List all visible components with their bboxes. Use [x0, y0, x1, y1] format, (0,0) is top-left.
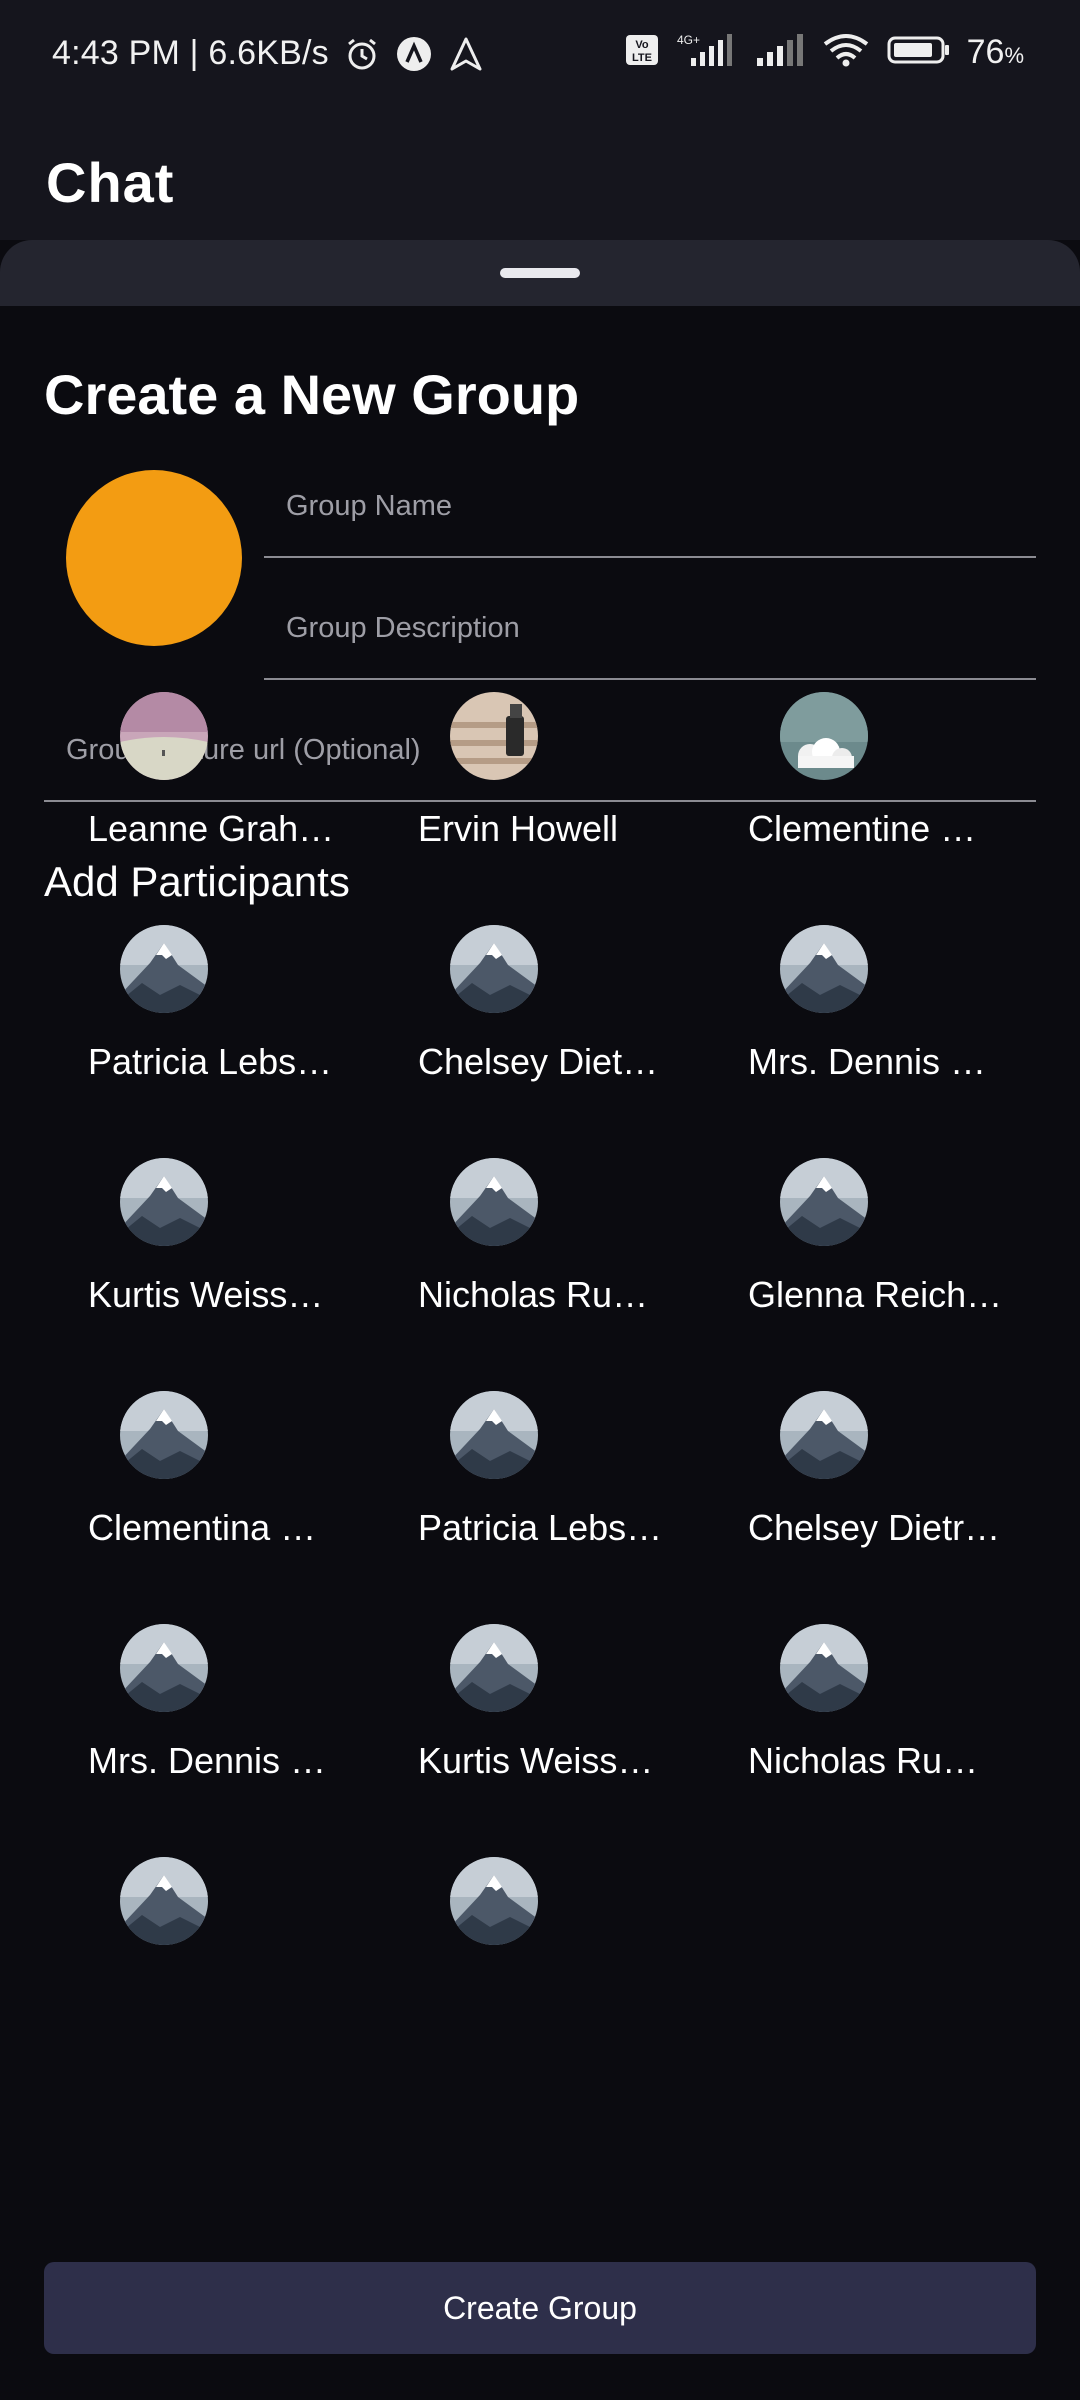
participant-name: Clementina …	[88, 1507, 317, 1548]
signal-icon	[755, 32, 805, 73]
signal-icon: 4G+	[675, 32, 739, 73]
participant-avatar	[450, 1624, 538, 1712]
participant-item[interactable]	[0, 1857, 330, 2057]
participant-item[interactable]: Nicholas Ru…	[330, 1158, 660, 1358]
sheet-header	[0, 240, 1080, 306]
participant-item[interactable]: Leanne Grah…	[0, 692, 334, 892]
participant-avatar	[450, 692, 538, 780]
participant-name: Mrs. Dennis …	[748, 1041, 987, 1082]
participant-avatar	[780, 1391, 868, 1479]
sheet-title: Create a New Group	[44, 363, 580, 426]
participant-name: Patricia Lebs…	[418, 1507, 663, 1548]
participant-item[interactable]: Patricia Lebs…	[0, 925, 332, 1125]
participant-item[interactable]: Mrs. Dennis …	[0, 1624, 330, 1824]
participant-avatar	[120, 1624, 208, 1712]
status-bar: 4:43 PM | 6.6KB/s Vo LTE 4G+ 76%	[0, 0, 1080, 116]
app-a-icon	[395, 35, 433, 73]
battery-unit: %	[1004, 43, 1024, 68]
participant-item[interactable]: Clementine …	[660, 692, 990, 892]
group-avatar[interactable]	[66, 470, 242, 646]
participant-name: Kurtis Weiss…	[88, 1274, 324, 1315]
participant-item[interactable]: Patricia Lebs…	[330, 1391, 662, 1591]
participant-avatar	[450, 1158, 538, 1246]
participant-item[interactable]: Glenna Reich…	[660, 1158, 1002, 1358]
participant-name: Mrs. Dennis …	[88, 1740, 327, 1781]
participant-avatar	[450, 1391, 538, 1479]
group-description-field	[264, 578, 1036, 680]
svg-text:LTE: LTE	[632, 52, 652, 64]
participant-item[interactable]: Mrs. Dennis …	[660, 925, 990, 1125]
participant-name: Glenna Reich…	[748, 1274, 1003, 1315]
participant-avatar	[780, 1158, 868, 1246]
participant-avatar	[120, 925, 208, 1013]
participant-avatar	[450, 925, 538, 1013]
participant-avatar	[780, 1624, 868, 1712]
group-name-input[interactable]	[264, 456, 1036, 556]
alarm-icon	[343, 35, 381, 73]
svg-text:Vo: Vo	[635, 39, 649, 51]
participant-name: Chelsey Diet…	[418, 1041, 659, 1082]
participant-name: Leanne Grah…	[88, 808, 335, 849]
create-group-button[interactable]: Create Group	[44, 2262, 1036, 2354]
participant-name: Nicholas Ru…	[418, 1274, 649, 1315]
participant-item[interactable]: Clementina …	[0, 1391, 330, 1591]
group-description-input[interactable]	[264, 578, 1036, 678]
status-left: 4:43 PM | 6.6KB/s	[52, 34, 485, 73]
participant-avatar	[120, 1158, 208, 1246]
battery-value: 76	[966, 33, 1005, 71]
app-bar: Chat	[0, 116, 1080, 240]
status-right: Vo LTE 4G+ 76%	[625, 32, 1024, 73]
battery-percent: 76%	[967, 33, 1024, 72]
participant-avatar	[120, 692, 208, 780]
battery-icon	[887, 33, 951, 72]
network-label: 4G+	[677, 33, 700, 47]
participant-item[interactable]: Chelsey Dietr…	[660, 1391, 1000, 1591]
participant-item[interactable]: Ervin Howell	[330, 692, 660, 892]
participant-item[interactable]: Chelsey Diet…	[330, 925, 660, 1125]
participant-name: Clementine …	[748, 808, 977, 849]
participant-item[interactable]: Kurtis Weiss…	[330, 1624, 660, 1824]
participant-name: Kurtis Weiss…	[418, 1740, 654, 1781]
participant-item[interactable]	[330, 1857, 660, 2057]
volte-icon: Vo LTE	[625, 33, 659, 72]
group-name-field	[264, 456, 1036, 558]
participant-name: Ervin Howell	[418, 808, 619, 849]
participant-name: Patricia Lebs…	[88, 1041, 333, 1082]
participant-item[interactable]: Nicholas Ru…	[660, 1624, 990, 1824]
page-title: Chat	[46, 151, 175, 214]
participant-name: Chelsey Dietr…	[748, 1507, 1001, 1548]
participant-avatar	[450, 1857, 538, 1945]
participant-avatar	[780, 692, 868, 780]
participant-name: Nicholas Ru…	[748, 1740, 979, 1781]
drag-handle[interactable]	[500, 268, 580, 278]
navigation-icon	[447, 35, 485, 73]
participant-avatar	[120, 1857, 208, 1945]
participant-avatar	[780, 925, 868, 1013]
participant-avatar	[120, 1391, 208, 1479]
participant-item[interactable]: Kurtis Weiss…	[0, 1158, 330, 1358]
status-time: 4:43 PM | 6.6KB/s	[52, 34, 329, 72]
wifi-icon	[821, 32, 871, 73]
